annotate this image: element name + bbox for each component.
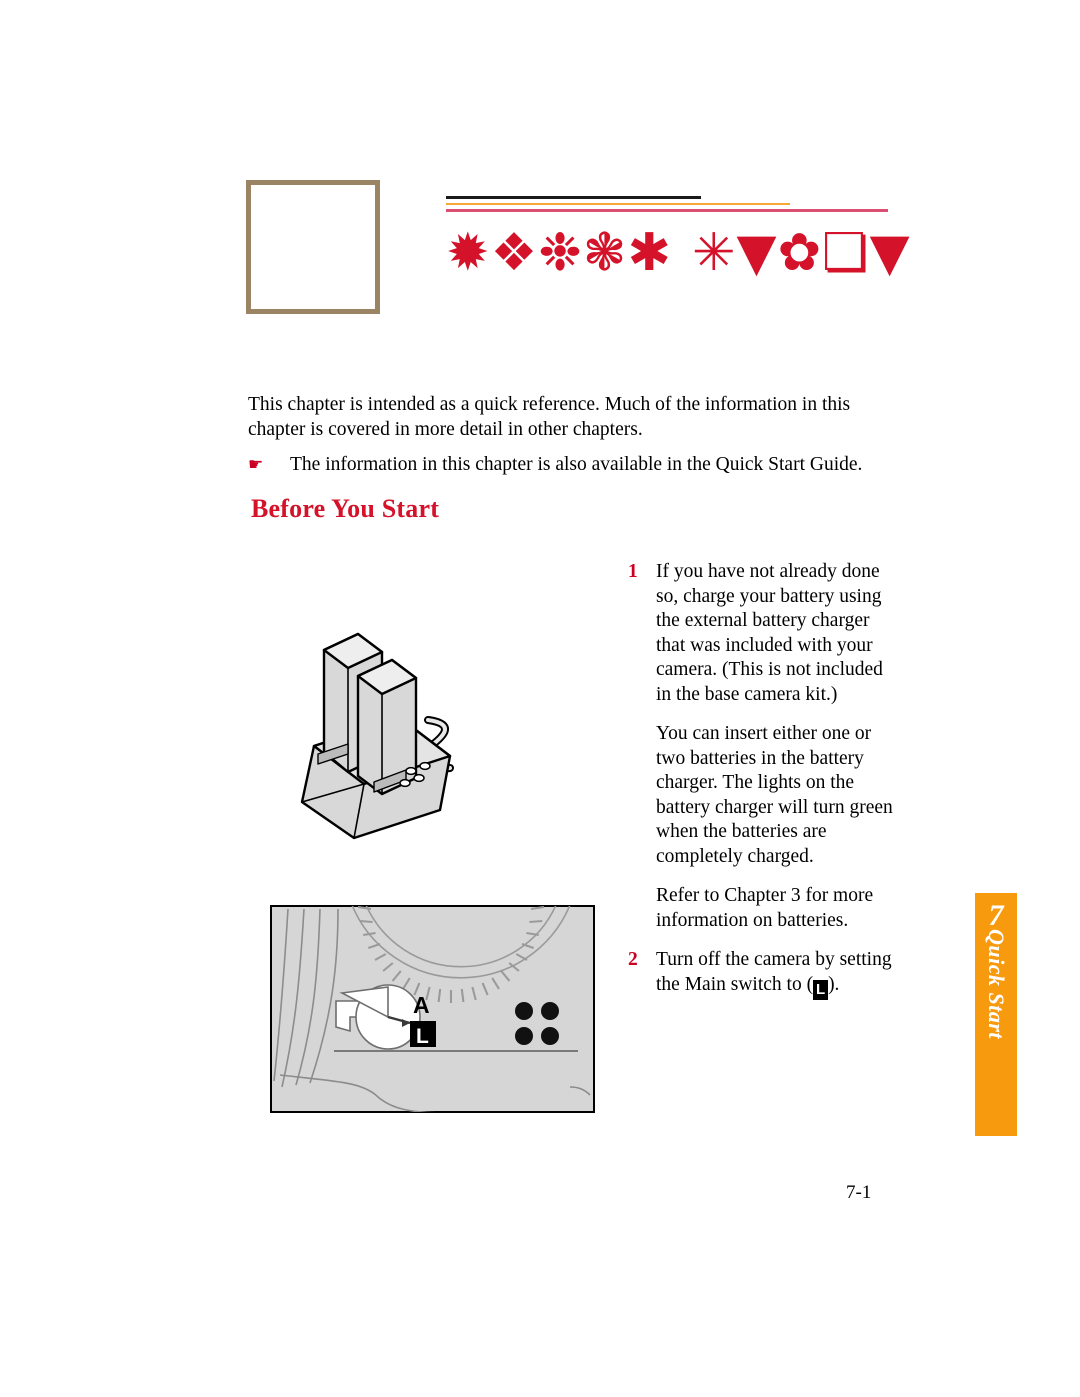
svg-text:A: A (413, 992, 430, 1018)
step-body-1: If you have not already done so, charge … (656, 560, 896, 933)
header-rule-red (446, 209, 888, 212)
page-number: 7-1 (846, 1182, 872, 1203)
chapter-title-word-2: ✳▼✿❏▼ (691, 223, 911, 283)
side-tab-label: Quick Start (984, 928, 1009, 1040)
chapter-image-placeholder-box (246, 180, 380, 314)
pointing-hand-icon: ☛ (248, 455, 264, 475)
step-2-paragraph: Turn off the camera by setting the Main … (656, 948, 896, 1000)
header-rule-orange (446, 203, 790, 205)
external-battery-charger-illustration (282, 606, 522, 856)
step-1-paragraph-2: You can insert either one or two batteri… (656, 723, 893, 867)
step-number-2: 2 (628, 949, 638, 970)
chapter-side-tab: 7 Quick Start (975, 893, 1017, 1136)
chapter-title-word-1: ✹❖❉❃✱ (446, 223, 672, 283)
tip-note-text: The information in this chapter is also … (290, 454, 863, 475)
intro-paragraph: This chapter is intended as a quick refe… (248, 394, 851, 440)
step-2-text-before: Turn off the camera by setting the Main … (656, 949, 892, 995)
document-page: ✹❖❉❃✱ ✳▼✿❏▼ This chapter is intended as a… (0, 0, 1080, 1397)
svg-text:L: L (416, 1025, 429, 1048)
step-1-paragraph-3: Refer to Chapter 3 for more information … (656, 885, 874, 931)
step-2-text-after: ). (828, 973, 840, 995)
header-rule-black (446, 196, 701, 199)
step-number-1: 1 (628, 561, 638, 582)
main-switch-lock-icon: L (813, 979, 829, 1000)
tip-note: ☛ The information in this chapter is als… (248, 452, 896, 477)
section-heading: Before You Start (251, 494, 440, 523)
steps-list: 1 If you have not already done so, charg… (628, 560, 896, 1015)
camera-main-switch-illustration: A L (270, 905, 595, 1113)
step-item-1: 1 If you have not already done so, charg… (628, 560, 896, 933)
step-item-2: 2 Turn off the camera by setting the Mai… (628, 948, 896, 1000)
step-body-2: Turn off the camera by setting the Main … (656, 948, 896, 1000)
step-1-paragraph-1: If you have not already done so, charge … (656, 561, 883, 705)
chapter-title: ✹❖❉❃✱ ✳▼✿❏▼ (446, 222, 966, 280)
